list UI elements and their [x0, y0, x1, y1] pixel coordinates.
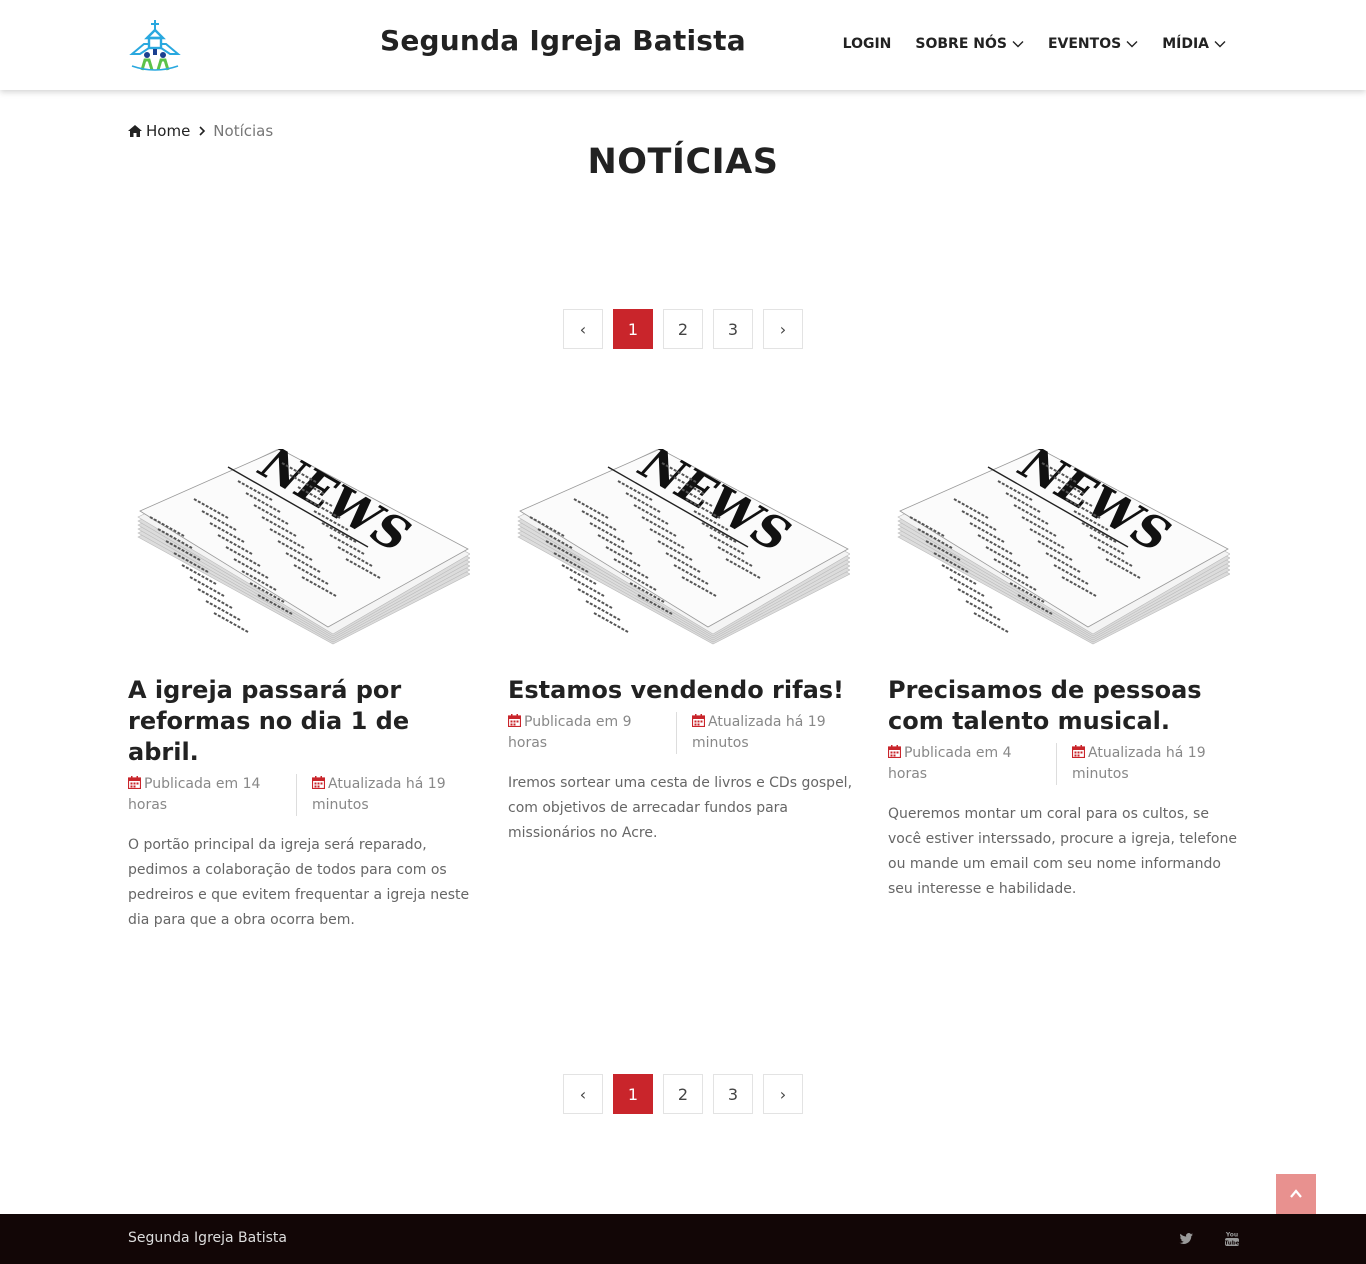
nav-sobre-nos-label: SOBRE NÓS	[915, 36, 1007, 52]
article-excerpt: Queremos montar um coral para os cultos,…	[888, 806, 1237, 897]
calendar-icon	[692, 714, 705, 727]
pagination-next-button[interactable]: ›	[763, 309, 803, 349]
pagination-prev-button[interactable]: ‹	[563, 309, 603, 349]
updated-text: Atualizada há 19 minutos	[1072, 745, 1206, 782]
svg-text:Tube: Tube	[1225, 1241, 1240, 1247]
site-header: Segunda Igreja Batista LOGIN SOBRE NÓS E…	[0, 0, 1366, 90]
chevron-up-icon	[1290, 1189, 1302, 1198]
pagination-page-1[interactable]: 1	[613, 1074, 653, 1114]
pagination-top: ‹ 1 2 3 ›	[563, 309, 813, 349]
newspaper-image[interactable]: NEWS	[128, 449, 470, 645]
pagination-page-1[interactable]: 1	[613, 309, 653, 349]
back-to-top-button[interactable]	[1276, 1174, 1316, 1214]
calendar-icon	[1072, 745, 1085, 758]
article-published: Publicada em 4 horas	[888, 743, 1056, 785]
breadcrumb-home-label: Home	[146, 122, 191, 140]
nav-login-label: LOGIN	[842, 36, 892, 52]
youtube-icon[interactable]: Tube You	[1224, 1231, 1240, 1247]
article-updated: Atualizada há 19 minutos	[296, 774, 471, 816]
chevron-down-icon	[1012, 41, 1024, 48]
newspaper-image[interactable]: NEWS	[888, 449, 1230, 645]
breadcrumb-current: Notícias	[213, 122, 274, 140]
article-card: NEWS Precisamos de pessoas com talento m…	[888, 449, 1238, 902]
svg-text:You: You	[1225, 1232, 1238, 1239]
article-card: NEWS A igreja passará por reformas no di…	[128, 449, 478, 933]
article-title[interactable]: Estamos vendendo rifas!	[508, 675, 858, 706]
nav-login[interactable]: LOGIN	[843, 36, 892, 52]
article-updated: Atualizada há 19 minutos	[1056, 743, 1231, 785]
article-meta: Publicada em 4 horas Atualizada há 19 mi…	[888, 743, 1238, 785]
page-title: NOTÍCIAS	[587, 142, 779, 182]
article-title[interactable]: A igreja passará por reformas no dia 1 d…	[128, 675, 478, 768]
updated-text: Atualizada há 19 minutos	[692, 714, 826, 751]
pagination-page-3[interactable]: 3	[713, 1074, 753, 1114]
footer-text: Segunda Igreja Batista	[128, 1230, 287, 1246]
nav-eventos-label: EVENTOS	[1047, 36, 1122, 52]
pagination-prev-button[interactable]: ‹	[563, 1074, 603, 1114]
article-meta: Publicada em 9 horas Atualizada há 19 mi…	[508, 712, 858, 754]
pagination-page-3[interactable]: 3	[713, 309, 753, 349]
home-icon	[128, 125, 142, 137]
breadcrumb: Home Notícias	[128, 122, 273, 140]
nav-midia[interactable]: MÍDIA	[1162, 36, 1226, 52]
chevron-down-icon	[1126, 41, 1138, 48]
article-title[interactable]: Precisamos de pessoas com talento musica…	[888, 675, 1238, 737]
article-updated: Atualizada há 19 minutos	[676, 712, 851, 754]
article-excerpt: Iremos sortear uma cesta de livros e CDs…	[508, 775, 853, 841]
published-text: Publicada em 14 horas	[128, 776, 261, 813]
nav-sobre-nos[interactable]: SOBRE NÓS	[915, 36, 1024, 52]
article-meta: Publicada em 14 horas Atualizada há 19 m…	[128, 774, 478, 816]
pagination-bottom: ‹ 1 2 3 ›	[563, 1074, 813, 1114]
calendar-icon	[312, 776, 325, 789]
chevron-down-icon	[1214, 41, 1226, 48]
breadcrumb-home-link[interactable]: Home	[128, 122, 190, 140]
published-text: Publicada em 4 horas	[888, 745, 1012, 782]
nav-eventos[interactable]: EVENTOS	[1048, 36, 1138, 52]
calendar-icon	[888, 745, 901, 758]
chevron-right-icon	[199, 126, 206, 136]
pagination-page-2[interactable]: 2	[663, 309, 703, 349]
main-nav: LOGIN SOBRE NÓS EVENTOS MÍDIA	[819, 36, 1226, 52]
article-excerpt: O portão principal da igreja será repara…	[128, 837, 470, 928]
newspaper-image[interactable]: NEWS	[508, 449, 850, 645]
site-title[interactable]: Segunda Igreja Batista	[380, 24, 746, 57]
article-published: Publicada em 14 horas	[128, 774, 296, 816]
nav-midia-label: MÍDIA	[1162, 36, 1209, 52]
article-card: NEWS Estamos vendendo rifas! Publicada e…	[508, 449, 858, 846]
calendar-icon	[128, 776, 141, 789]
twitter-icon[interactable]	[1178, 1231, 1194, 1247]
article-published: Publicada em 9 horas	[508, 712, 676, 754]
church-logo-icon[interactable]	[128, 18, 182, 72]
published-text: Publicada em 9 horas	[508, 714, 632, 751]
calendar-icon	[508, 714, 521, 727]
pagination-page-2[interactable]: 2	[663, 1074, 703, 1114]
pagination-next-button[interactable]: ›	[763, 1074, 803, 1114]
updated-text: Atualizada há 19 minutos	[312, 776, 446, 813]
site-footer: Segunda Igreja Batista Tube You	[0, 1214, 1366, 1264]
